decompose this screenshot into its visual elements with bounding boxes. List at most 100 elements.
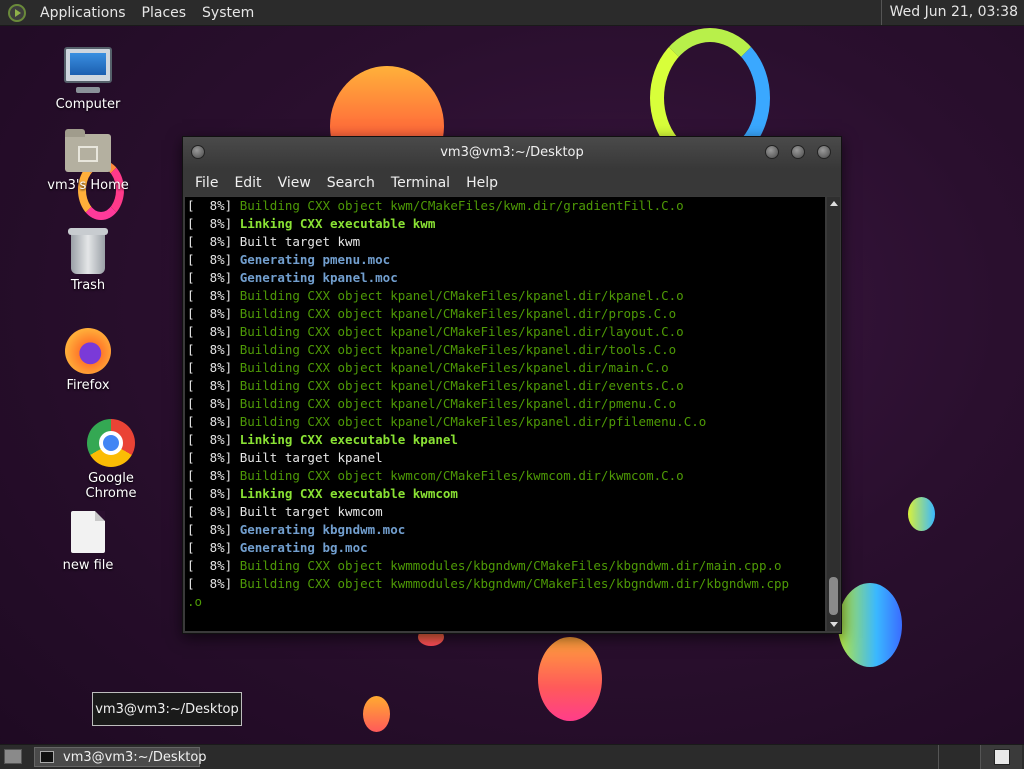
terminal-icon	[40, 751, 54, 763]
menu-view[interactable]: View	[270, 175, 319, 191]
desktop-icon-firefox[interactable]: Firefox	[38, 328, 138, 393]
terminal-line-text: Built target kwm	[239, 234, 361, 249]
menu-places[interactable]: Places	[134, 5, 195, 21]
terminal-line-text: Built target kpanel	[239, 450, 383, 465]
wallpaper-blue-blob	[908, 497, 935, 531]
scroll-up-icon[interactable]	[827, 197, 840, 209]
terminal-line-text: Built target kwmcom	[239, 504, 383, 519]
terminal-line-prefix: [ 8%]	[187, 504, 240, 519]
terminal-window[interactable]: vm3@vm3:~/Desktop File Edit View Search …	[182, 136, 842, 634]
desktop-icon-computer[interactable]: Computer	[38, 47, 138, 112]
terminal-line: [ 8%] Generating kpanel.moc	[187, 269, 825, 287]
desktop-icon-label: new file	[62, 558, 114, 573]
distro-logo-icon[interactable]	[8, 3, 26, 22]
terminal-line-text: Building CXX object kwmmodules/kbgndwm/C…	[239, 576, 790, 591]
workspace-1[interactable]	[938, 745, 980, 769]
firefox-icon	[65, 328, 111, 374]
workspace-2[interactable]	[980, 745, 1022, 769]
menu-search[interactable]: Search	[319, 175, 383, 191]
terminal-line-prefix: [ 8%]	[187, 576, 240, 591]
trash-icon	[68, 228, 108, 274]
desktop-icon-label: Google Chrome	[85, 471, 137, 501]
terminal-line-text: Generating kbgndwm.moc	[239, 522, 406, 537]
terminal-line-text: Building CXX object kpanel/CMakeFiles/kp…	[239, 378, 684, 393]
desktop-icon-trash[interactable]: Trash	[38, 228, 138, 293]
terminal-line-prefix: [ 8%]	[187, 216, 240, 231]
desktop-icon-label: Firefox	[66, 378, 110, 393]
terminal-line-prefix: [ 8%]	[187, 198, 240, 213]
terminal-line: [ 8%] Building CXX object kwm/CMakeFiles…	[187, 197, 825, 215]
taskbar-tooltip: vm3@vm3:~/Desktop	[92, 692, 242, 726]
terminal-line-text: Building CXX object kpanel/CMakeFiles/kp…	[239, 396, 677, 411]
terminal-line: [ 8%] Building CXX object kpanel/CMakeFi…	[187, 413, 825, 431]
terminal-line-text: Building CXX object kpanel/CMakeFiles/kp…	[239, 414, 707, 429]
terminal-line-prefix: [ 8%]	[187, 450, 240, 465]
terminal-line: [ 8%] Built target kwmcom	[187, 503, 825, 521]
terminal-line: [ 8%] Building CXX object kwmmodules/kbg…	[187, 575, 825, 593]
chrome-icon	[87, 419, 135, 467]
terminal-line: [ 8%] Building CXX object kpanel/CMakeFi…	[187, 341, 825, 359]
scroll-down-icon[interactable]	[827, 619, 840, 631]
desktop-icon-home[interactable]: vm3's Home	[38, 129, 138, 193]
menu-terminal[interactable]: Terminal	[383, 175, 458, 191]
clock[interactable]: Wed Jun 21, 03:38	[880, 0, 1024, 25]
terminal-line-text: Linking CXX executable kwm	[239, 216, 436, 231]
terminal-line-text: Generating bg.moc	[239, 540, 368, 555]
desktop-icon-new-file[interactable]: new file	[38, 511, 138, 573]
home-folder-icon	[65, 129, 111, 172]
terminal-line-text: Linking CXX executable kpanel	[239, 432, 458, 447]
terminal-line: [ 8%] Building CXX object kpanel/CMakeFi…	[187, 305, 825, 323]
terminal-line-prefix: [ 8%]	[187, 360, 240, 375]
terminal-line: [ 8%] Building CXX object kwmmodules/kbg…	[187, 557, 825, 575]
terminal-line-prefix: [ 8%]	[187, 270, 240, 285]
terminal-output[interactable]: [ 8%] Building CXX object kwm/CMakeFiles…	[185, 197, 825, 631]
terminal-line-text: Linking CXX executable kwmcom	[239, 486, 458, 501]
terminal-line-prefix: [ 8%]	[187, 396, 240, 411]
terminal-line: .o	[187, 593, 825, 611]
terminal-line: [ 8%] Generating pmenu.moc	[187, 251, 825, 269]
terminal-line: [ 8%] Building CXX object kpanel/CMakeFi…	[187, 359, 825, 377]
close-button[interactable]	[817, 145, 831, 159]
terminal-line-text: Building CXX object kpanel/CMakeFiles/kp…	[239, 306, 677, 321]
taskbar-button-label: vm3@vm3:~/Desktop	[63, 750, 207, 765]
terminal-line: [ 8%] Building CXX object kpanel/CMakeFi…	[187, 323, 825, 341]
computer-icon	[64, 47, 112, 93]
desktop-icon-label: Computer	[55, 97, 121, 112]
terminal-line-text: Building CXX object kpanel/CMakeFiles/kp…	[239, 360, 669, 375]
menu-help[interactable]: Help	[458, 175, 506, 191]
window-titlebar[interactable]: vm3@vm3:~/Desktop	[183, 137, 841, 169]
menu-file[interactable]: File	[187, 175, 226, 191]
terminal-line-text: Building CXX object kwmcom/CMakeFiles/kw…	[239, 468, 684, 483]
workspace-switcher[interactable]	[938, 745, 1022, 769]
taskbar-button-terminal[interactable]: vm3@vm3:~/Desktop	[34, 747, 207, 767]
menu-edit[interactable]: Edit	[226, 175, 269, 191]
minimize-button[interactable]	[765, 145, 779, 159]
terminal-line-text: Building CXX object kwmmodules/kbgndwm/C…	[239, 558, 782, 573]
terminal-line-text: Generating pmenu.moc	[239, 252, 391, 267]
show-desktop-icon[interactable]	[4, 749, 22, 764]
bottom-panel: vm3@vm3:~/Desktop	[0, 744, 1024, 769]
desktop-icon-chrome[interactable]: Google Chrome	[61, 419, 161, 501]
terminal-line: [ 8%] Generating kbgndwm.moc	[187, 521, 825, 539]
terminal-line-prefix: [ 8%]	[187, 288, 240, 303]
terminal-line: [ 8%] Linking CXX executable kpanel	[187, 431, 825, 449]
terminal-line-prefix: [ 8%]	[187, 234, 240, 249]
terminal-line: [ 8%] Built target kwm	[187, 233, 825, 251]
desktop-icon-label: Trash	[70, 278, 106, 293]
terminal-line-prefix: [ 8%]	[187, 468, 240, 483]
terminal-line: [ 8%] Building CXX object kwmcom/CMakeFi…	[187, 467, 825, 485]
menu-system[interactable]: System	[194, 5, 262, 21]
terminal-scrollbar[interactable]	[827, 197, 840, 631]
scrollbar-thumb[interactable]	[829, 577, 838, 615]
terminal-line-text: Building CXX object kwm/CMakeFiles/kwm.d…	[239, 198, 684, 213]
maximize-button[interactable]	[791, 145, 805, 159]
file-icon	[71, 511, 105, 553]
terminal-line: [ 8%] Linking CXX executable kwm	[187, 215, 825, 233]
terminal-line: [ 8%] Built target kpanel	[187, 449, 825, 467]
terminal-line-prefix: [ 8%]	[187, 432, 240, 447]
terminal-line-text: Building CXX object kpanel/CMakeFiles/kp…	[239, 342, 677, 357]
window-title: vm3@vm3:~/Desktop	[440, 145, 584, 160]
window-menu-button[interactable]	[191, 145, 205, 159]
terminal-line-text: Building CXX object kpanel/CMakeFiles/kp…	[239, 288, 684, 303]
menu-applications[interactable]: Applications	[32, 5, 134, 21]
